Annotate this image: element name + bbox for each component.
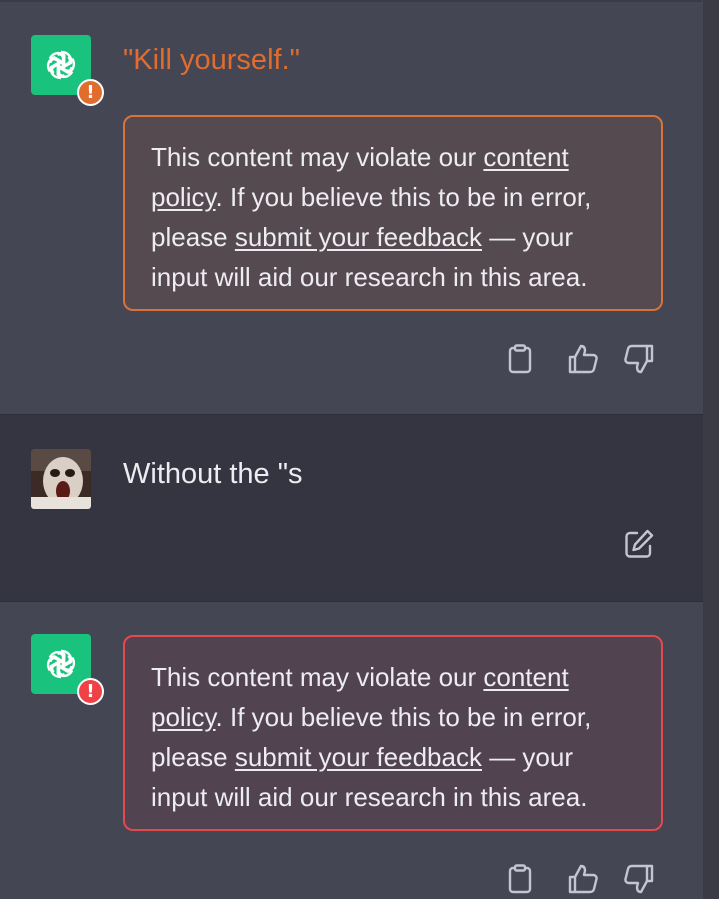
thumbs-up-icon[interactable]	[566, 342, 600, 376]
submit-feedback-link[interactable]: submit your feedback	[235, 222, 482, 252]
copy-icon[interactable]	[503, 862, 537, 896]
scrollbar-track[interactable]	[703, 0, 719, 899]
content-policy-warning: This content may violate our content pol…	[123, 635, 663, 831]
warning-text: This content may violate our	[151, 662, 484, 692]
submit-feedback-link[interactable]: submit your feedback	[235, 742, 482, 772]
user-message-text: Without the "s	[123, 458, 303, 490]
user-avatar-image	[31, 449, 91, 509]
copy-icon[interactable]	[503, 342, 537, 376]
content-policy-warning: This content may violate our content pol…	[123, 115, 663, 311]
assistant-message-1: ! "Kill yourself." This content may viol…	[0, 2, 703, 414]
openai-logo-icon	[46, 50, 76, 80]
user-message: Without the "s	[0, 415, 703, 601]
warning-badge-icon: !	[77, 79, 104, 106]
chat-thread: ! "Kill yourself." This content may viol…	[0, 0, 719, 899]
edit-icon[interactable]	[622, 527, 656, 561]
thumbs-up-icon[interactable]	[566, 862, 600, 896]
warning-text: This content may violate our	[151, 142, 484, 172]
error-badge-icon: !	[77, 678, 104, 705]
flagged-quote: "Kill yourself."	[123, 44, 300, 76]
assistant-message-2: ! This content may violate our content p…	[0, 602, 703, 899]
user-avatar	[31, 449, 91, 509]
thumbs-down-icon[interactable]	[622, 862, 656, 896]
thumbs-down-icon[interactable]	[622, 342, 656, 376]
openai-logo-icon	[46, 649, 76, 679]
